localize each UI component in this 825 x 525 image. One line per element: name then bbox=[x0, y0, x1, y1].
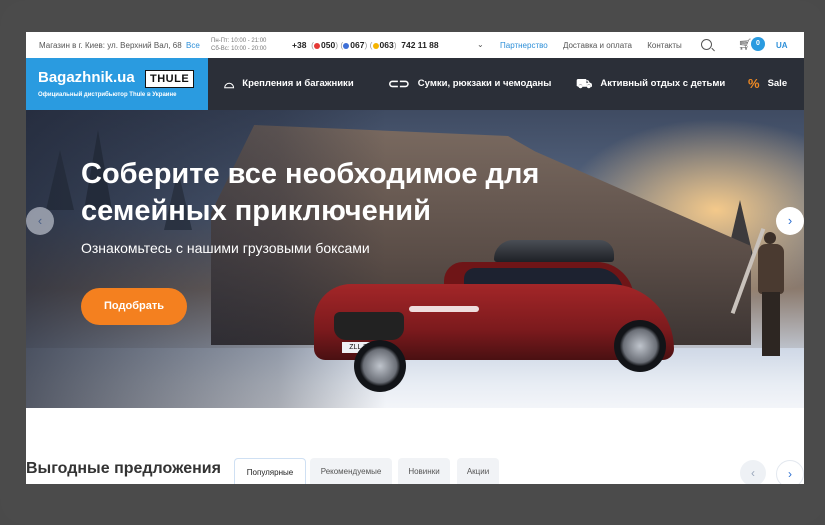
phone-main-number: 742 11 88 bbox=[401, 40, 439, 50]
logo-brand: Bagazhnik.ua bbox=[38, 69, 135, 86]
browser-viewport: Магазин в г. Киев: ул. Верхний Вал, 68 В… bbox=[26, 32, 804, 484]
offers-prev-arrow-icon[interactable]: ‹ bbox=[740, 460, 766, 484]
car-grille bbox=[334, 312, 404, 340]
car-headlight bbox=[409, 306, 479, 312]
vodafone-icon bbox=[314, 43, 320, 49]
site-logo[interactable]: Bagazhnik.ua THULE Официальный дистрибью… bbox=[26, 58, 208, 110]
percent-icon: % bbox=[748, 76, 760, 91]
tab-sale[interactable]: Акции bbox=[457, 458, 499, 484]
hours-weekend: Сб-Вс: 10:00 - 20:00 bbox=[211, 46, 267, 52]
main-navigation: Bagazhnik.ua THULE Официальный дистрибью… bbox=[26, 58, 804, 110]
nav-item-racks[interactable]: ⌓ Крепления и багажники bbox=[224, 58, 354, 110]
offers-section: Выгодные предложения Популярные Рекоменд… bbox=[26, 408, 804, 484]
operator-code-1: 050 bbox=[321, 40, 336, 50]
offers-title: Выгодные предложения bbox=[26, 460, 221, 477]
tab-new[interactable]: Новинки bbox=[398, 458, 450, 484]
delivery-link[interactable]: Доставка и оплата bbox=[563, 41, 632, 50]
nav-item-label: Активный отдых с детьми bbox=[600, 78, 726, 89]
hours-weekday: Пн-Пт: 10:00 - 21:00 bbox=[211, 38, 267, 44]
cart-count-badge[interactable]: 0 bbox=[751, 37, 765, 51]
phone-dropdown-chevron-icon[interactable]: ⌄ bbox=[477, 40, 484, 49]
device-frame: Магазин в г. Киев: ул. Верхний Вал, 68 В… bbox=[0, 0, 825, 525]
tab-recommended[interactable]: Рекомендуемые bbox=[310, 458, 392, 484]
nav-item-bags[interactable]: ⊂⊃ Сумки, рюкзаки и чемоданы bbox=[388, 58, 551, 110]
top-links: Партнерство Доставка и оплата Контакты bbox=[500, 41, 695, 50]
all-stores-link[interactable]: Все bbox=[186, 41, 200, 50]
roof-box-icon: ⌓ bbox=[224, 76, 235, 91]
phone-prefix: +38 bbox=[292, 40, 307, 50]
store-address: Магазин в г. Киев: ул. Верхний Вал, 68 bbox=[39, 41, 182, 50]
search-icon[interactable] bbox=[701, 39, 712, 50]
skier-legs bbox=[762, 292, 780, 356]
contacts-link[interactable]: Контакты bbox=[647, 41, 682, 50]
tab-popular[interactable]: Популярные bbox=[234, 458, 306, 484]
skier-torso bbox=[758, 244, 784, 294]
operator-code-3: 063 bbox=[379, 40, 394, 50]
cart-icon[interactable]: 🛒︎ bbox=[738, 38, 752, 51]
skier-figure bbox=[730, 228, 790, 364]
nav-item-label: Сумки, рюкзаки и чемоданы bbox=[417, 78, 552, 89]
hero-title: Соберите все необходимое для семейных пр… bbox=[81, 158, 540, 227]
nav-item-sale[interactable]: % Sale bbox=[748, 58, 787, 110]
roof-cargo-box bbox=[494, 240, 614, 262]
nav-item-label: Sale bbox=[767, 78, 788, 89]
top-info-bar: Магазин в г. Киев: ул. Верхний Вал, 68 В… bbox=[26, 32, 804, 59]
hero-next-arrow-icon[interactable]: › bbox=[776, 207, 804, 235]
select-button[interactable]: Подобрать bbox=[81, 288, 187, 325]
nav-item-label: Крепления и багажники bbox=[242, 78, 354, 89]
hero-prev-arrow-icon[interactable]: ‹ bbox=[26, 207, 54, 235]
thule-logo: THULE bbox=[145, 70, 195, 88]
car-image: ZLL 354 bbox=[314, 240, 674, 392]
language-switch[interactable]: UA bbox=[776, 41, 788, 50]
skier-head bbox=[764, 232, 776, 244]
phone-number[interactable]: +38 (050) (067) (063) 742 11 88 bbox=[292, 40, 439, 50]
kyivstar-icon bbox=[343, 43, 350, 49]
car-wheel bbox=[614, 320, 666, 372]
lifecell-icon bbox=[372, 43, 379, 49]
bag-icon: ⊂⊃ bbox=[388, 76, 410, 91]
nav-item-kids[interactable]: ⛟ Активный отдых с детьми bbox=[576, 58, 725, 110]
working-hours: Пн-Пт: 10:00 - 21:00 Сб-Вс: 10:00 - 20:0… bbox=[211, 37, 266, 53]
offers-next-arrow-icon[interactable]: › bbox=[776, 460, 804, 484]
partnership-link[interactable]: Партнерство bbox=[500, 41, 548, 50]
stroller-icon: ⛟ bbox=[576, 76, 593, 91]
car-wheel bbox=[354, 340, 406, 392]
logo-tagline: Официальный дистрибьютор Thule в Украине bbox=[38, 92, 177, 98]
hero-subtitle: Ознакомьтесь с нашими грузовыми боксами bbox=[81, 240, 370, 256]
operator-code-2: 067 bbox=[350, 40, 365, 50]
hero-banner: ZLL 354 Соберите все необходимое для сем… bbox=[26, 110, 804, 408]
